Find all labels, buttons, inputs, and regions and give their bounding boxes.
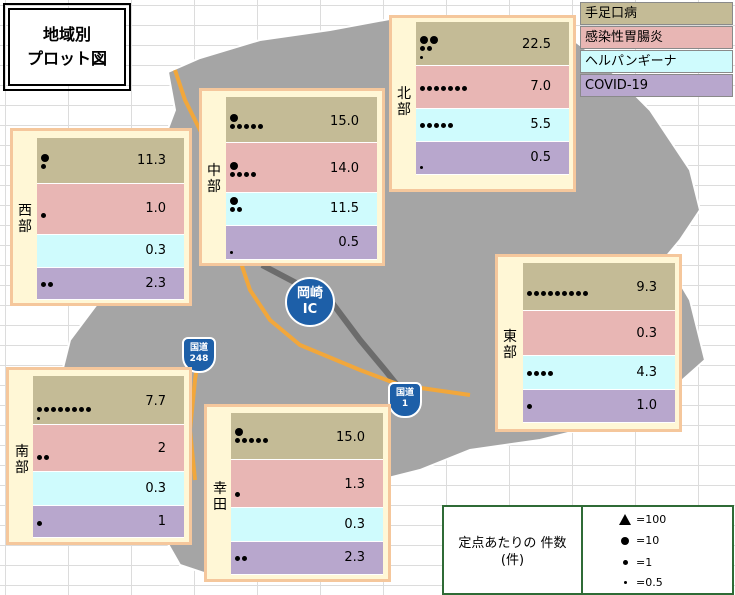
value-gastroenteritis: 2 <box>157 441 166 456</box>
key-item-10: =10 <box>614 534 659 547</box>
legend-item-covid19: COVID-19 <box>580 74 733 97</box>
region-label-west: 西部 <box>18 203 32 235</box>
row-gastroenteritis: 1.3 <box>231 460 383 508</box>
row-gastroenteritis: 2 <box>33 425 184 472</box>
value-gastroenteritis: 0.3 <box>636 326 657 341</box>
legend-item-gastroenteritis: 感染性胃腸炎 <box>580 26 733 49</box>
value-covid19: 0.5 <box>530 150 551 165</box>
value-covid19: 2.3 <box>344 550 365 565</box>
value-herpangina: 5.5 <box>530 117 551 132</box>
key-item-1: =1 <box>614 556 652 569</box>
region-label-central: 中部 <box>207 163 221 195</box>
row-gastroenteritis: 0.3 <box>523 311 675 356</box>
panel-kota: 幸田 15.0 1.3 0.3 2.3 <box>204 404 391 582</box>
row-covid19: 2.3 <box>231 542 383 575</box>
key-title: 定点あたりの 件数 (件) <box>458 536 567 568</box>
row-hfmd: 22.5 <box>416 22 569 66</box>
value-hfmd: 9.3 <box>636 280 657 295</box>
value-covid19: 2.3 <box>145 276 166 291</box>
row-herpangina: 4.3 <box>523 356 675 390</box>
region-label-east: 東部 <box>503 329 517 361</box>
triangle-icon <box>619 514 631 525</box>
row-herpangina: 5.5 <box>416 109 569 142</box>
value-hfmd: 11.3 <box>137 153 166 168</box>
value-herpangina: 0.3 <box>145 481 166 496</box>
row-covid19: 2.3 <box>37 268 184 300</box>
legend-item-herpangina: ヘルパンギーナ <box>580 50 733 73</box>
row-herpangina: 11.5 <box>226 193 377 226</box>
row-hfmd: 9.3 <box>523 263 675 311</box>
row-hfmd: 7.7 <box>33 376 184 425</box>
row-herpangina: 0.3 <box>231 508 383 542</box>
key-item-100: =100 <box>614 513 666 526</box>
symbol-key: 定点あたりの 件数 (件) =100 =10 =1 =0.5 <box>442 505 734 595</box>
key-item-0-5: =0.5 <box>614 576 663 589</box>
row-covid19: 0.5 <box>226 226 377 260</box>
value-herpangina: 11.5 <box>330 201 359 216</box>
panel-central: 中部 15.0 14.0 11.5 0.5 <box>199 88 385 266</box>
value-hfmd: 15.0 <box>330 114 359 129</box>
panel-south: 南部 7.7 2 0.3 1 <box>6 367 192 545</box>
title-line-2: プロット図 <box>26 49 107 68</box>
panel-west: 西部 11.3 1.0 0.3 2.3 <box>10 128 192 306</box>
medium-dot-icon <box>622 560 628 565</box>
value-gastroenteritis: 1.0 <box>145 201 166 216</box>
row-gastroenteritis: 14.0 <box>226 143 377 193</box>
value-hfmd: 15.0 <box>336 430 365 445</box>
row-gastroenteritis: 7.0 <box>416 66 569 109</box>
region-label-north: 北部 <box>397 86 411 118</box>
row-hfmd: 15.0 <box>226 97 377 143</box>
large-dot-icon <box>621 536 629 545</box>
okazaki-ic-sign: 岡崎 IC <box>285 277 335 327</box>
value-gastroenteritis: 14.0 <box>330 161 359 176</box>
value-herpangina: 0.3 <box>344 517 365 532</box>
value-gastroenteritis: 7.0 <box>530 79 551 94</box>
disease-legend: 手足口病 感染性胃腸炎 ヘルパンギーナ COVID-19 <box>580 2 733 98</box>
value-gastroenteritis: 1.3 <box>344 477 365 492</box>
row-covid19: 0.5 <box>416 142 569 175</box>
value-covid19: 0.5 <box>338 235 359 250</box>
legend-item-hfmd: 手足口病 <box>580 2 733 25</box>
region-label-kota: 幸田 <box>213 481 227 513</box>
value-hfmd: 7.7 <box>145 394 166 409</box>
row-hfmd: 15.0 <box>231 413 383 460</box>
row-covid19: 1 <box>33 506 184 538</box>
panel-east: 東部 9.3 0.3 4.3 1.0 <box>495 254 682 432</box>
map-title: 地域別 プロット図 <box>3 3 131 91</box>
value-hfmd: 22.5 <box>522 37 551 52</box>
row-gastroenteritis: 1.0 <box>37 184 184 235</box>
value-herpangina: 4.3 <box>636 365 657 380</box>
row-covid19: 1.0 <box>523 390 675 423</box>
title-line-1: 地域別 <box>42 25 91 44</box>
row-herpangina: 0.3 <box>33 472 184 506</box>
row-herpangina: 0.3 <box>37 235 184 268</box>
value-covid19: 1 <box>157 514 166 529</box>
panel-north: 北部 22.5 7.0 5.5 0.5 <box>389 15 576 192</box>
value-herpangina: 0.3 <box>145 243 166 258</box>
route-1-shield: 国道 1 <box>388 382 422 418</box>
small-dot-icon <box>623 581 627 584</box>
row-hfmd: 11.3 <box>37 138 184 184</box>
region-label-south: 南部 <box>15 444 29 476</box>
value-covid19: 1.0 <box>636 398 657 413</box>
